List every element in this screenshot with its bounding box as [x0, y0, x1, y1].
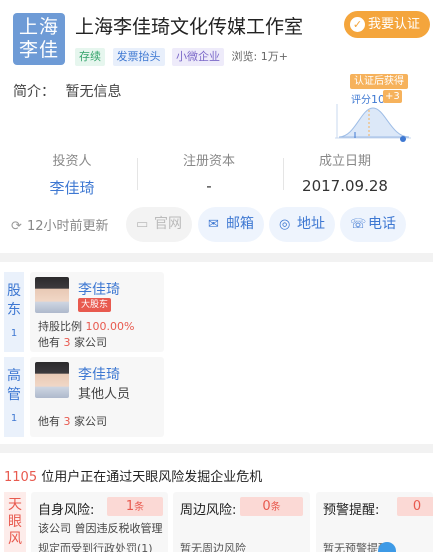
major-shareholder-badge: 大股东 [78, 298, 112, 312]
size-tag: 小微企业 [172, 48, 224, 66]
logo-line-2: 李佳 [18, 39, 59, 61]
intro-label: 简介： [13, 84, 55, 100]
website-button[interactable]: ▭ 官网 [126, 207, 192, 242]
stat-value: 2017.09.28 [302, 177, 388, 195]
companies-suffix: 家公司 [74, 336, 107, 349]
companies-prefix: 他有 [38, 336, 60, 349]
stats-row: 投资人 李佳琦 注册资本 - 成立日期 2017.09.28 [0, 150, 433, 200]
stat-investor[interactable]: 投资人 李佳琦 [0, 150, 144, 198]
self-risk-card[interactable]: 自身风险: 1条 该公司 曾因违反税收管理 规定而受到行政处罚(1) [31, 492, 168, 552]
invoice-tag[interactable]: 发票抬头 [112, 48, 165, 66]
shareholders-tab[interactable]: 股 东 1 [4, 272, 24, 352]
person-role: 其他人员 [78, 387, 131, 402]
risk-headline: 1105 位用户正在通过天眼风险发掘企业危机 [4, 466, 262, 485]
person-name[interactable]: 李佳琦 [78, 279, 120, 299]
around-risk-card[interactable]: 周边风险: 0条 暂无周边风险 [173, 492, 310, 552]
related-companies[interactable]: 他有 3 家公司 [38, 334, 107, 350]
logo-line-1: 上海 [18, 16, 59, 38]
company-logo: 上海 李佳 [13, 13, 65, 65]
risk-title: 预警提醒: [323, 503, 380, 518]
stat-value: - [206, 177, 212, 195]
risk-value: 0 [412, 499, 422, 514]
ratio-value: 100.00% [85, 320, 135, 333]
certify-label: 我要认证 [368, 17, 421, 32]
stat-label: 投资人 [52, 154, 92, 169]
side-char: 天 [8, 497, 22, 513]
address-label: 地址 [297, 216, 325, 232]
phone-label: 电话 [368, 216, 396, 232]
check-icon: ✓ [350, 17, 365, 32]
executives-tab[interactable]: 高 管 1 [4, 357, 24, 437]
person-name[interactable]: 李佳琦 [78, 364, 120, 384]
risk-desc-line2: 规定而受到行政处罚(1) [38, 542, 153, 552]
risk-desc-line2: 暂无周边风险 [180, 542, 246, 552]
stat-value[interactable]: 李佳琦 [0, 177, 144, 198]
risk-value: 0 [262, 499, 271, 514]
companies-prefix: 他有 [38, 415, 60, 428]
risk-unit: 条 [270, 502, 281, 513]
action-bar: ⟳ 12小时前更新 ▭ 官网 ✉ 邮箱 ◎ 地址 ☏ 电话 [0, 207, 433, 243]
phone-button[interactable]: ☏ 电话 [340, 207, 406, 242]
side-char: 股 [7, 283, 21, 299]
companies-suffix: 家公司 [74, 415, 107, 428]
company-name: 上海李佳琦文化传媒工作室 [75, 16, 304, 38]
warning-card[interactable]: 预警提醒: 0 暂无预警提醒 [316, 492, 433, 552]
user-count: 1105 [4, 470, 38, 485]
side-char: 管 [7, 387, 21, 403]
stat-label: 成立日期 [318, 154, 371, 169]
mail-icon: ✉ [208, 217, 219, 232]
risk-title: 自身风险: [38, 503, 95, 518]
risk-count-pill: 0条 [240, 497, 303, 516]
score-badge: 认证后获得 [350, 74, 408, 89]
certify-button[interactable]: ✓ 我要认证 [344, 11, 430, 38]
stat-founded: 成立日期 2017.09.28 [273, 150, 417, 195]
side-char: 东 [7, 302, 21, 318]
avatar [35, 277, 69, 313]
risk-headline-text: 位用户正在通过天眼风险发掘企业危机 [41, 470, 263, 485]
companies-count: 3 [63, 415, 71, 428]
company-header-card: 上海 李佳 上海李佳琦文化传媒工作室 ✓ 我要认证 存续 发票抬头 小微企业 浏… [0, 0, 433, 253]
monitor-icon: ▭ [136, 217, 149, 232]
phone-icon: ☏ [350, 217, 367, 232]
update-text: 12小时前更新 [27, 219, 109, 234]
risk-side-label: 天 眼 风 [4, 492, 26, 552]
status-tag: 存续 [75, 48, 105, 66]
address-button[interactable]: ◎ 地址 [269, 207, 335, 242]
risk-desc-line1: 该公司 曾因违反税收管理 [38, 522, 163, 535]
stat-capital: 注册资本 - [137, 150, 281, 195]
shareholder-count: 1 [10, 328, 18, 339]
companies-count: 3 [63, 336, 71, 349]
email-button[interactable]: ✉ 邮箱 [198, 207, 264, 242]
share-ratio: 持股比例 100.00% [38, 318, 134, 334]
people-card: 股 东 1 李佳琦 大股东 持股比例 100.00% 他有 3 家公司 高 管 … [0, 262, 433, 444]
shareholder-card[interactable]: 李佳琦 大股东 持股比例 100.00% 他有 3 家公司 [30, 272, 164, 352]
side-char: 眼 [8, 514, 22, 530]
company-tags: 存续 发票抬头 小微企业 浏览: 1万+ [75, 48, 288, 66]
view-count: 浏览: 1万+ [231, 50, 288, 63]
website-label: 官网 [154, 216, 182, 232]
executive-card[interactable]: 李佳琦 其他人员 他有 3 家公司 [30, 357, 164, 437]
refresh-icon: ⟳ [11, 219, 22, 234]
score-widget[interactable]: 认证后获得 评分10 +3 [333, 72, 413, 142]
avatar [35, 362, 69, 398]
side-char: 风 [8, 531, 22, 547]
score-curve-icon [335, 104, 411, 142]
risk-count-pill: 1条 [107, 497, 163, 516]
risk-count-pill: 0 [397, 497, 433, 516]
ratio-label: 持股比例 [38, 320, 82, 333]
company-intro: 简介： 暂无信息 [13, 81, 121, 101]
location-pin-icon: ◎ [279, 217, 291, 232]
intro-value: 暂无信息 [65, 84, 122, 100]
risk-unit: 条 [134, 502, 145, 513]
update-status[interactable]: ⟳ 12小时前更新 [11, 215, 109, 234]
risk-card: 1105 位用户正在通过天眼风险发掘企业危机 天 眼 风 自身风险: 1条 该公… [0, 453, 433, 552]
side-char: 高 [7, 368, 21, 384]
email-label: 邮箱 [226, 216, 254, 232]
related-companies[interactable]: 他有 3 家公司 [38, 413, 107, 429]
risk-value: 1 [125, 499, 135, 514]
risk-title: 周边风险: [180, 503, 237, 518]
stat-label: 注册资本 [182, 154, 235, 169]
executive-count: 1 [10, 413, 18, 424]
